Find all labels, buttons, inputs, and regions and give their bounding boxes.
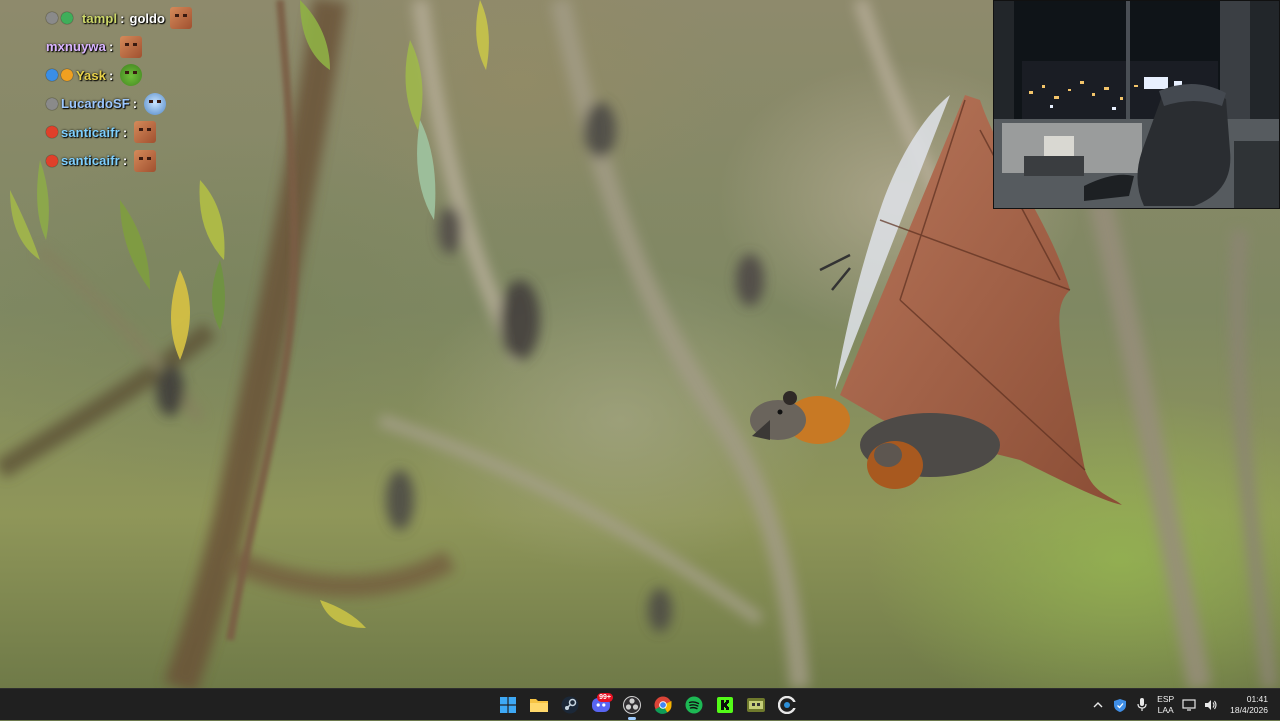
orange-badge-icon [61, 69, 73, 82]
clock-date: 18/4/2026 [1230, 705, 1268, 715]
goldo-emote-icon [134, 121, 157, 144]
chat-username: mxnuywa [46, 39, 106, 55]
network-tray-button[interactable] [1182, 698, 1196, 712]
chat-message: LucardoSF : [46, 90, 192, 119]
red-badge-icon [46, 154, 58, 167]
chat-message: mxnuywa : [46, 33, 192, 62]
shield-icon [1114, 698, 1127, 712]
kick-icon [717, 697, 733, 713]
chat-separator: : [108, 39, 114, 55]
microphone-icon [1137, 698, 1147, 711]
chat-username: LucardoSF [61, 96, 130, 112]
windows-icon [500, 697, 516, 713]
mod-badge-icon [46, 97, 58, 110]
chat-separator: : [109, 67, 114, 83]
goldo-emote-icon [134, 149, 157, 172]
taskbar-app-icons: 99+ [496, 689, 799, 721]
show-hidden-icons-button[interactable] [1091, 698, 1105, 712]
clock-button[interactable]: 01:41 18/4/2026 [1230, 694, 1268, 716]
windows-taskbar: 99+ ESP LAA 01:41 18/4/2026 [0, 688, 1280, 720]
blue-badge-icon [46, 69, 58, 82]
chrome-icon [654, 696, 672, 714]
chat-separator: : [132, 96, 138, 112]
volume-tray-button[interactable] [1204, 698, 1218, 712]
spotify-icon [685, 696, 703, 714]
pepe-emote-icon [120, 64, 143, 87]
ccleaner-button[interactable] [775, 693, 799, 717]
chat-message: Yask : [46, 61, 192, 90]
steam-button[interactable] [558, 693, 582, 717]
chat-separator: : [122, 153, 128, 169]
kick-button[interactable] [713, 693, 737, 717]
chat-message: santicaifr : [46, 118, 192, 147]
mod-badge-icon [46, 12, 58, 25]
goldo-emote-icon [169, 7, 192, 30]
chat-separator: : [120, 10, 125, 26]
notification-badge: 99+ [597, 693, 613, 702]
goldo-emote-icon [120, 35, 143, 58]
obs-button[interactable] [620, 693, 644, 720]
defender-tray-button[interactable] [1113, 698, 1127, 712]
spotify-button[interactable] [682, 693, 706, 717]
chat-username: santicaifr [61, 124, 120, 140]
chat-message: tampl : goldo [46, 4, 192, 33]
steam-icon [561, 696, 579, 714]
game-app-button[interactable] [744, 693, 768, 717]
webcam-feed-icon [994, 1, 1279, 208]
language-code: ESP [1157, 694, 1175, 704]
chrome-button[interactable] [651, 693, 675, 717]
microphone-tray-button[interactable] [1135, 698, 1149, 712]
clock-time: 01:41 [1246, 694, 1268, 704]
input-language-button[interactable]: ESP LAA [1157, 694, 1174, 716]
discord-button[interactable]: 99+ [589, 693, 613, 717]
game-icon [747, 698, 765, 712]
folder-icon [530, 699, 548, 712]
start-button[interactable] [496, 693, 520, 717]
sub-badge-icon [61, 12, 73, 25]
chat-message: santicaifr : [46, 147, 192, 176]
ccleaner-icon [778, 696, 796, 714]
chat-separator: : [122, 124, 128, 140]
chat-username: santicaifr [61, 153, 120, 169]
chat-username: Yask [76, 67, 107, 83]
network-monitor-icon [1182, 699, 1196, 711]
system-tray: ESP LAA 01:41 18/4/2026 [1091, 689, 1280, 721]
ghost-emote-icon [144, 92, 167, 115]
webcam-overlay [993, 0, 1280, 209]
stream-chat-overlay: tampl : goldo mxnuywa : Yask : LucardoSF… [46, 4, 192, 175]
keyboard-layout: LAA [1157, 705, 1174, 715]
chat-text: goldo [129, 10, 165, 26]
chevron-up-icon [1093, 702, 1103, 708]
speaker-icon [1205, 700, 1217, 710]
red-badge-icon [46, 126, 58, 139]
obs-icon [623, 696, 641, 714]
chat-username: tampl [82, 10, 118, 26]
file-explorer-button[interactable] [527, 693, 551, 717]
